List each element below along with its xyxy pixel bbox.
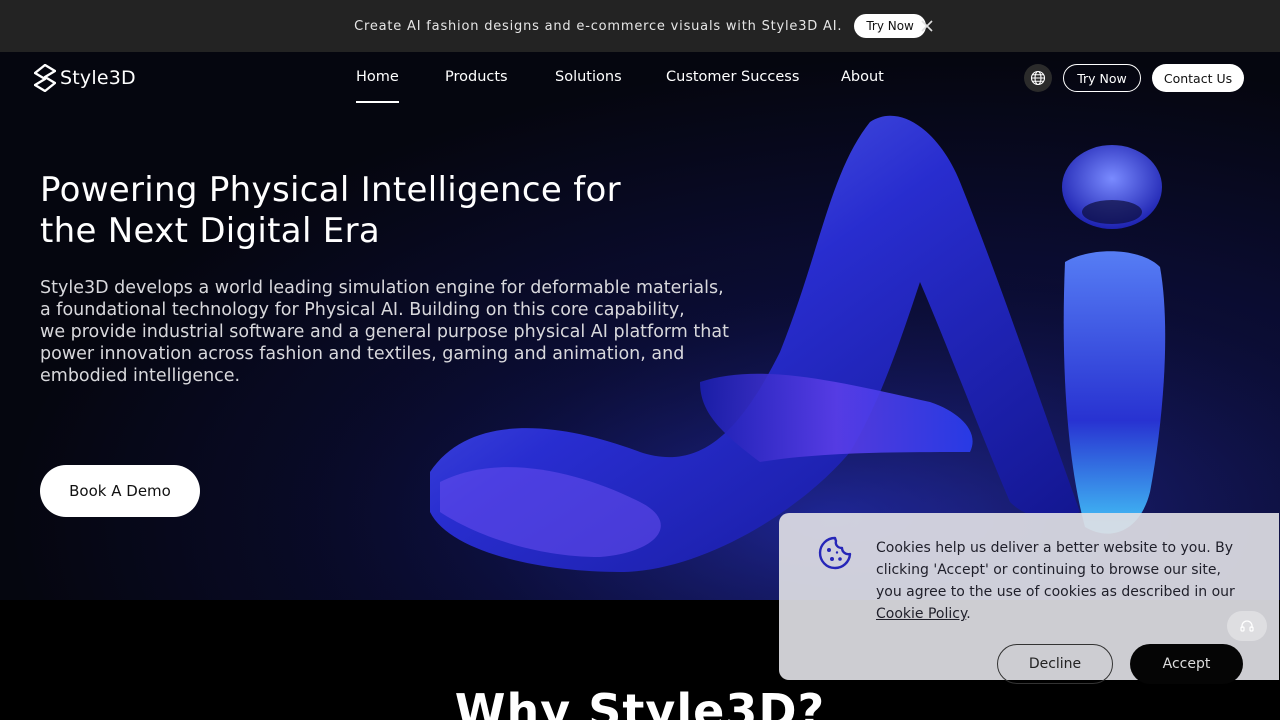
announcement-bar: Create AI fashion designs and e-commerce… <box>0 0 1280 52</box>
header-try-now-button[interactable]: Try Now <box>1063 64 1141 92</box>
logo[interactable]: Style3D <box>34 64 136 92</box>
nav-item-home[interactable]: Home <box>356 69 399 85</box>
style3d-logo-icon <box>34 64 56 92</box>
hero-desc-line: embodied intelligence. <box>40 366 241 386</box>
close-icon[interactable] <box>918 17 936 35</box>
active-nav-indicator <box>356 101 399 103</box>
hero-title: Powering Physical Intelligence for the N… <box>40 170 660 252</box>
cookie-policy-period: . <box>966 606 971 622</box>
cookie-text-line: Cookie Policy. <box>876 603 1246 625</box>
book-demo-button[interactable]: Book A Demo <box>40 465 200 517</box>
nav-item-products[interactable]: Products <box>445 69 508 85</box>
cookie-text-line: Cookies help us deliver a better website… <box>876 540 1234 556</box>
hero-desc-line: we provide industrial software and a gen… <box>40 322 729 342</box>
logo-text: Style3D <box>60 67 136 89</box>
announcement-text: Create AI fashion designs and e-commerce… <box>354 18 843 34</box>
hero-desc-line: a foundational technology for Physical A… <box>40 300 685 320</box>
language-button[interactable] <box>1024 64 1052 92</box>
hero-description: Style3D develops a world leading simulat… <box>40 277 740 387</box>
hero-desc-line: power innovation across fashion and text… <box>40 344 685 364</box>
nav-item-customer-success[interactable]: Customer Success <box>666 69 799 85</box>
accept-button[interactable]: Accept <box>1130 644 1243 684</box>
cookie-icon <box>818 536 852 570</box>
announcement-try-now-button[interactable]: Try Now <box>854 14 926 38</box>
globe-icon <box>1030 70 1046 86</box>
hero-title-line: Powering Physical Intelligence for <box>40 170 621 210</box>
nav-item-solutions[interactable]: Solutions <box>555 69 622 85</box>
cookie-message: Cookies help us deliver a better website… <box>876 537 1246 625</box>
decline-button[interactable]: Decline <box>997 644 1113 684</box>
why-title: Why Style3D? <box>454 684 826 720</box>
site-header: Style3D Home Products Solutions Customer… <box>0 52 1280 104</box>
cookie-policy-link[interactable]: Cookie Policy <box>876 606 966 622</box>
hero-title-line: the Next Digital Era <box>40 211 380 251</box>
headset-icon <box>1240 620 1254 632</box>
cookie-text-line: you agree to the use of cookies as descr… <box>876 584 1235 600</box>
contact-us-button[interactable]: Contact Us <box>1152 64 1244 92</box>
cookie-text-line: clicking 'Accept' or continuing to brows… <box>876 562 1221 578</box>
nav-item-about[interactable]: About <box>841 69 884 85</box>
cookie-banner: Cookies help us deliver a better website… <box>779 513 1279 684</box>
hero-desc-line: Style3D develops a world leading simulat… <box>40 278 724 298</box>
support-chat-button[interactable] <box>1227 611 1267 641</box>
